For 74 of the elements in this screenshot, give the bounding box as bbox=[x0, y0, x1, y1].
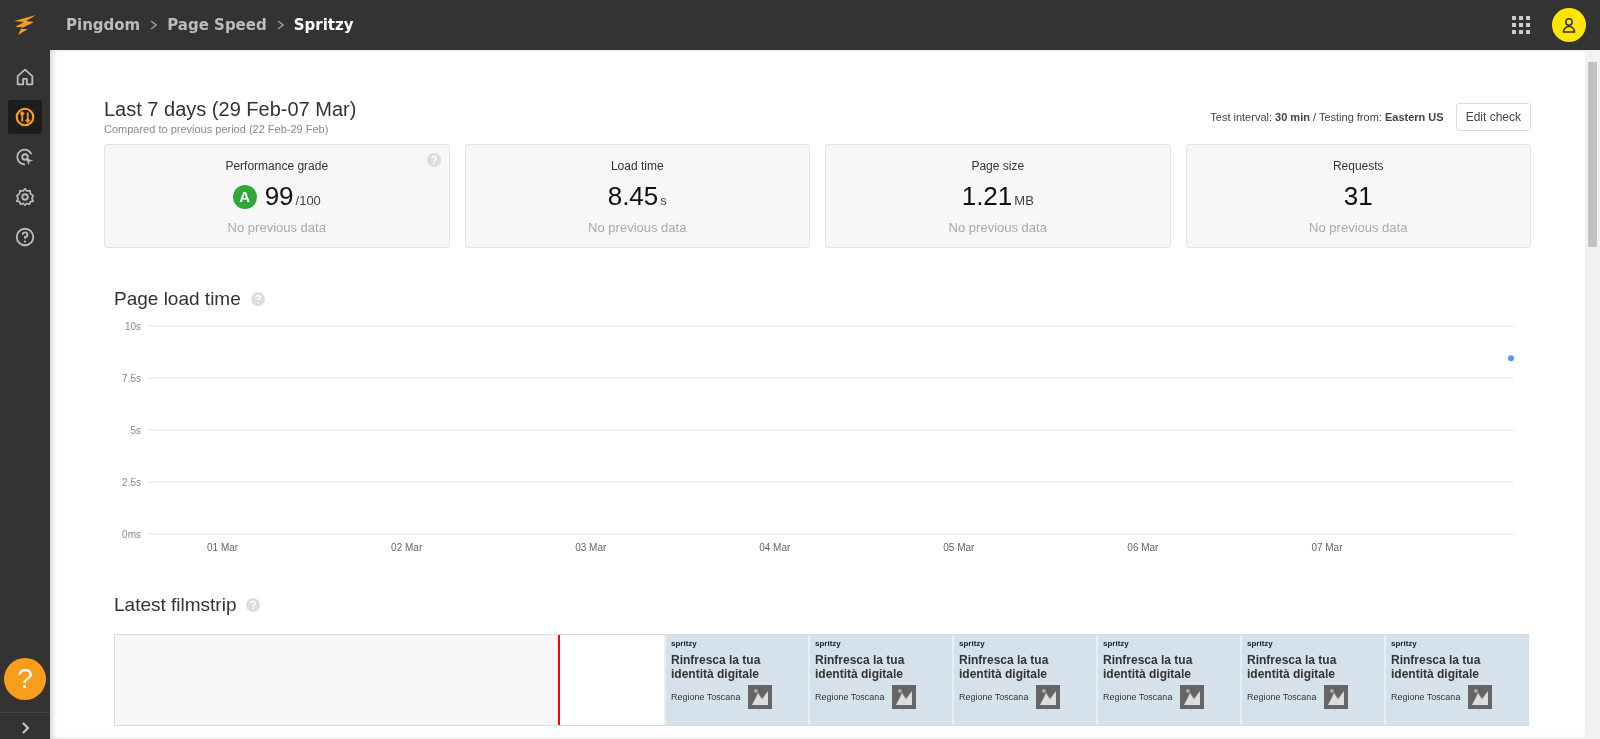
expand-chevron-icon[interactable] bbox=[20, 721, 30, 735]
frame-text: Regione Toscana bbox=[815, 691, 885, 702]
chevron-icon bbox=[150, 20, 158, 30]
metric-label: Page size bbox=[971, 159, 1025, 173]
metric-note: No previous data bbox=[948, 220, 1047, 235]
site-logo: spritzy bbox=[959, 639, 986, 648]
filmstrip-frame[interactable]: spritzy Rinfresca la tua identità digitale Regione Toscana bbox=[808, 635, 952, 725]
axis-label: 5s bbox=[130, 425, 141, 436]
metric-note: No previous data bbox=[227, 220, 326, 235]
metric-unit: /100 bbox=[295, 193, 321, 208]
axis-label: 03 Mar bbox=[575, 542, 607, 553]
period-title: Last 7 days (29 Feb-07 Mar) bbox=[104, 98, 357, 121]
apps-grid-icon[interactable] bbox=[1512, 16, 1530, 34]
axis-label: 0ms bbox=[122, 529, 141, 540]
metric-label: Requests bbox=[1332, 159, 1384, 173]
section-title: Page load time bbox=[114, 288, 241, 310]
axis-label: 2.5s bbox=[122, 477, 141, 488]
section-title: Latest filmstrip bbox=[114, 594, 237, 616]
arrows-circle-icon bbox=[14, 106, 36, 128]
breadcrumb-link[interactable]: Page Speed bbox=[167, 16, 267, 34]
settings-icon bbox=[14, 186, 36, 208]
axis-label: 07 Mar bbox=[1311, 542, 1343, 553]
filmstrip-frame[interactable]: spritzy Rinfresca la tua identità digitale Regione Toscana bbox=[664, 635, 808, 725]
metric-value: 1.21 bbox=[961, 181, 1013, 212]
chevron-icon bbox=[276, 20, 284, 30]
metric-label: Performance grade bbox=[225, 159, 329, 173]
filmstrip-frame[interactable]: spritzy Rinfresca la tua identità digitale Regione Toscana bbox=[952, 635, 1096, 725]
frame-headline: Rinfresca la tua identità digitale bbox=[1391, 654, 1482, 682]
metric-note: No previous data bbox=[588, 220, 687, 235]
grade-badge: A bbox=[232, 184, 257, 209]
help-icon bbox=[14, 226, 36, 248]
breadcrumb-link[interactable]: Pingdom bbox=[66, 16, 141, 34]
site-logo: spritzy bbox=[815, 639, 842, 648]
frame-headline: Rinfresca la tua identità digitale bbox=[959, 654, 1050, 682]
data-point bbox=[1508, 355, 1514, 362]
axis-label: 7.5s bbox=[122, 373, 141, 384]
frame-headline: Rinfresca la tua identità digitale bbox=[1247, 654, 1338, 682]
metric-note: No previous data bbox=[1309, 220, 1408, 235]
metric-value: 99 bbox=[264, 181, 294, 212]
frame-text: Regione Toscana bbox=[1247, 691, 1317, 702]
comparison-subtitle: Compared to previous period (22 Feb-29 Feb) bbox=[104, 123, 330, 135]
filmstrip-frame[interactable]: spritzy Rinfresca la tua identità digitale Regione Toscana bbox=[1240, 635, 1384, 725]
axis-label: 06 Mar bbox=[1127, 542, 1159, 553]
sidebar-item[interactable] bbox=[8, 100, 42, 134]
frame-text: Regione Toscana bbox=[671, 691, 741, 702]
site-logo: spritzy bbox=[1247, 639, 1274, 648]
test-info: Test interval: 30 min / Testing from: Eastern US bbox=[1210, 111, 1444, 123]
metric-unit: s bbox=[660, 193, 667, 208]
frame-headline: Rinfresca la tua identità digitale bbox=[815, 654, 906, 682]
frame-text: Regione Toscana bbox=[1391, 691, 1461, 702]
axis-label: 01 Mar bbox=[207, 542, 239, 553]
breadcrumb-link[interactable]: Spritzy bbox=[293, 16, 354, 34]
axis-label: 10s bbox=[124, 321, 141, 332]
site-logo: spritzy bbox=[1391, 639, 1418, 648]
site-logo: spritzy bbox=[1103, 639, 1130, 648]
edit-check-button[interactable]: Edit check bbox=[1455, 103, 1531, 131]
scrollbar[interactable] bbox=[1585, 50, 1600, 739]
axis-label: 02 Mar bbox=[391, 542, 423, 553]
user-avatar[interactable] bbox=[1552, 8, 1586, 42]
cursor-target-icon bbox=[14, 146, 36, 168]
filmstrip-frame[interactable]: spritzy Rinfresca la tua identità digitale Regione Toscana bbox=[1384, 635, 1528, 725]
site-logo: spritzy bbox=[671, 639, 698, 648]
frame-headline: Rinfresca la tua identità digitale bbox=[1103, 654, 1194, 682]
frame-text: Regione Toscana bbox=[1103, 691, 1173, 702]
frame-text: Regione Toscana bbox=[959, 691, 1029, 702]
metric-value: 31 bbox=[1343, 181, 1373, 212]
axis-label: 04 Mar bbox=[759, 542, 791, 553]
axis-label: 05 Mar bbox=[943, 542, 975, 553]
home-icon bbox=[14, 66, 36, 88]
filmstrip-frame[interactable]: spritzy Rinfresca la tua identità digitale Regione Toscana bbox=[1096, 635, 1240, 725]
frame-headline: Rinfresca la tua identità digitale bbox=[671, 654, 762, 682]
metric-unit: MB bbox=[1014, 193, 1034, 208]
metric-value: 8.45 bbox=[607, 181, 659, 212]
metric-label: Load time bbox=[610, 159, 664, 173]
